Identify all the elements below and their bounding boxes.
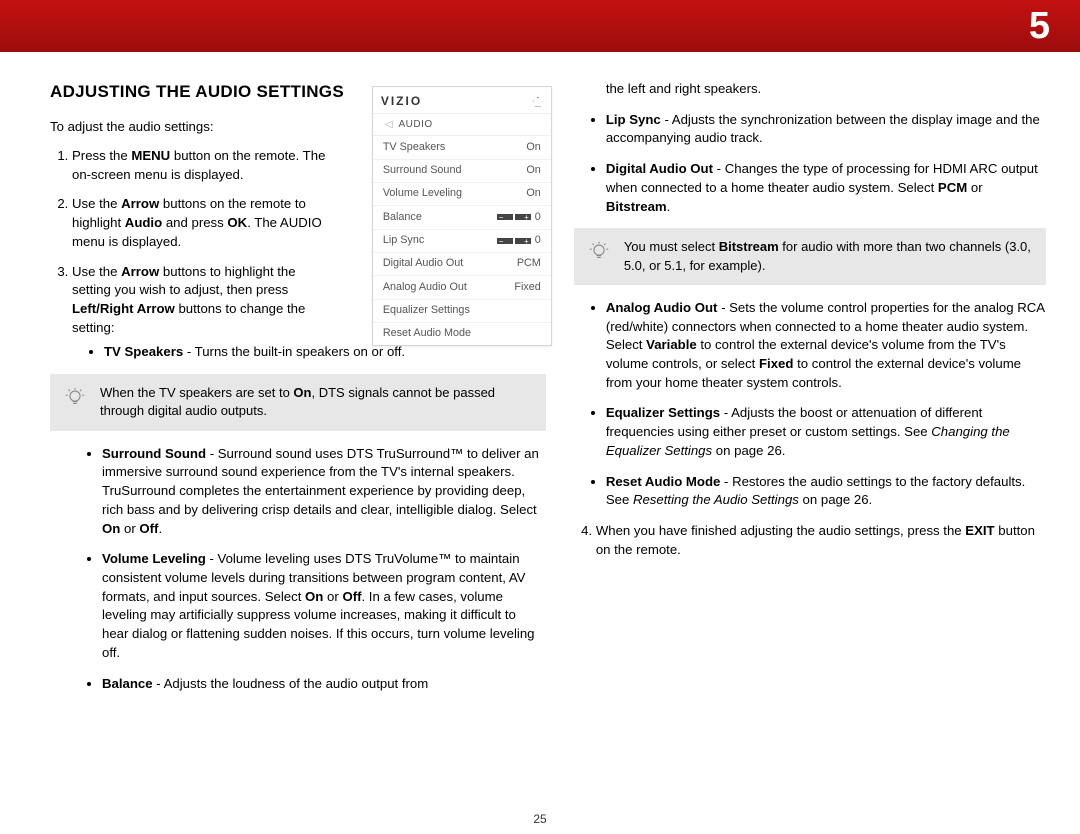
bullet-balance: Balance - Adjusts the loudness of the au…	[102, 675, 546, 694]
chapter-bar: 5	[0, 0, 1080, 52]
menu-row-value: Fixed	[514, 280, 540, 295]
bullet-reset-audio: Reset Audio Mode - Restores the audio se…	[606, 473, 1046, 510]
bullet-analog-audio-out: Analog Audio Out - Sets the volume contr…	[606, 299, 1046, 393]
menu-row-label: Lip Sync	[383, 233, 424, 248]
chapter-number: 5	[1029, 5, 1050, 48]
lightbulb-icon	[64, 386, 90, 414]
home-icon	[533, 97, 543, 107]
menu-row-label: Analog Audio Out	[383, 280, 467, 295]
menu-row-label: Equalizer Settings	[383, 303, 470, 318]
menu-row-label: Volume Leveling	[383, 186, 462, 201]
balance-continuation: the left and right speakers.	[574, 80, 1046, 99]
bullet-digital-audio-out: Digital Audio Out - Changes the type of …	[606, 160, 1046, 216]
tip-text: You must select Bitstream for audio with…	[624, 238, 1032, 274]
bullets-continued: Surround Sound - Surround sound uses DTS…	[50, 445, 546, 694]
lightbulb-icon	[588, 240, 614, 268]
menu-row-label: Balance	[383, 210, 422, 225]
menu-row-value: PCM	[517, 256, 541, 271]
menu-row-value: On	[526, 186, 540, 201]
menu-crumb: AUDIO	[399, 118, 433, 132]
right-column: the left and right speakers. Lip Sync - …	[574, 80, 1046, 814]
menu-row-label: Reset Audio Mode	[383, 326, 471, 341]
bullet-surround: Surround Sound - Surround sound uses DTS…	[102, 445, 546, 539]
tip-box-2: You must select Bitstream for audio with…	[574, 228, 1046, 284]
menu-row-value: On	[526, 163, 540, 178]
bullets-right-1: Lip Sync - Adjusts the synchronization b…	[574, 111, 1046, 217]
audio-menu-mock: VIZIO ◁ AUDIO TV Speakers On Surround Sou…	[372, 86, 552, 346]
menu-row-label: Surround Sound	[383, 163, 462, 178]
step-4: When you have finished adjusting the aud…	[596, 522, 1046, 559]
bullet-tv-speakers: TV Speakers - Turns the built-in speaker…	[104, 343, 546, 362]
bullet-lip-sync: Lip Sync - Adjusts the synchronization b…	[606, 111, 1046, 148]
bullet-equalizer: Equalizer Settings - Adjusts the boost o…	[606, 404, 1046, 460]
tip-text: When the TV speakers are set to On, DTS …	[100, 384, 532, 420]
menu-row-label: TV Speakers	[383, 140, 445, 155]
menu-slider: 0	[497, 210, 541, 225]
steps-list-cont: When you have finished adjusting the aud…	[574, 522, 1046, 559]
page-body: VIZIO ◁ AUDIO TV Speakers On Surround Sou…	[0, 52, 1080, 824]
bullets-right-2: Analog Audio Out - Sets the volume contr…	[574, 299, 1046, 510]
menu-row-label: Digital Audio Out	[383, 256, 463, 271]
menu-logo: VIZIO	[381, 93, 422, 110]
back-icon: ◁	[385, 118, 393, 132]
menu-row-value: On	[526, 140, 540, 155]
tip-box-1: When the TV speakers are set to On, DTS …	[50, 374, 546, 430]
bullet-volume-leveling: Volume Leveling - Volume leveling uses D…	[102, 550, 546, 662]
page-number: 25	[0, 812, 1080, 826]
left-column: VIZIO ◁ AUDIO TV Speakers On Surround Sou…	[50, 80, 546, 814]
menu-slider: 0	[497, 233, 541, 248]
